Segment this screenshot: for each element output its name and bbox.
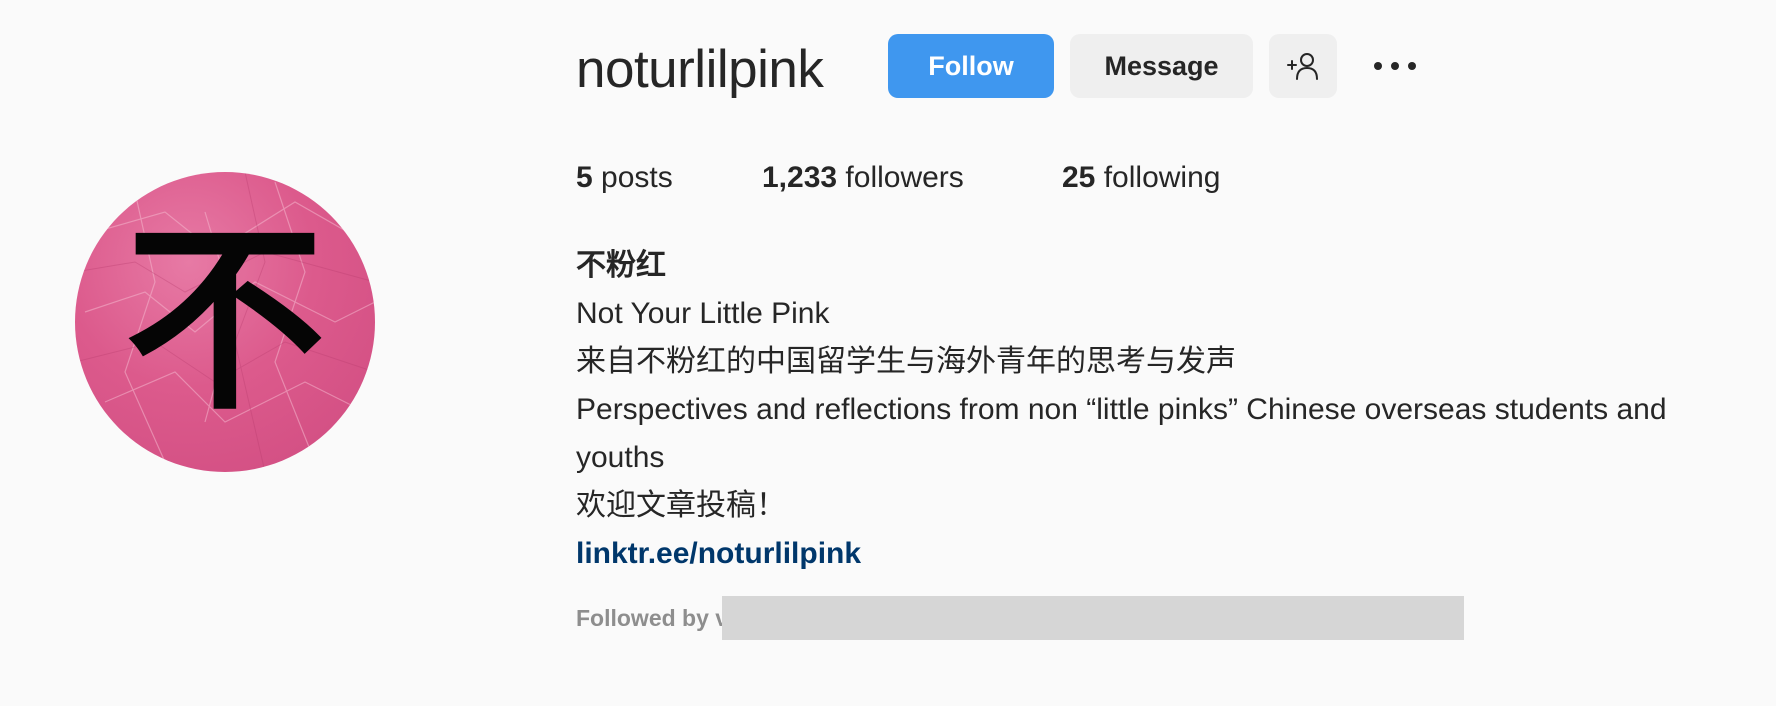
profile-display-name: 不粉红 bbox=[576, 248, 666, 283]
bio-line: youths bbox=[576, 441, 665, 474]
profile-username: noturlilpink bbox=[576, 40, 824, 99]
posts-number: 5 bbox=[576, 161, 593, 194]
followers-number: 1,233 bbox=[762, 161, 838, 194]
bio-line: 欢迎文章投稿！ bbox=[576, 488, 786, 523]
add-user-icon bbox=[1287, 53, 1318, 80]
redacted-block bbox=[722, 596, 1464, 640]
profile-avatar[interactable]: 不 bbox=[75, 172, 375, 472]
bio-line: Perspectives and reflections from non “l… bbox=[576, 393, 1667, 426]
bio-link[interactable]: linktr.ee/noturlilpink bbox=[576, 536, 861, 572]
followers-label: followers bbox=[845, 161, 964, 194]
more-options-button[interactable] bbox=[1372, 54, 1418, 78]
bio-line: Not Your Little Pink bbox=[576, 297, 830, 330]
following-number: 25 bbox=[1062, 161, 1096, 194]
follow-button[interactable]: Follow bbox=[888, 34, 1054, 98]
message-button[interactable]: Message bbox=[1070, 34, 1253, 98]
followed-by[interactable]: Followed by v bbox=[576, 604, 728, 632]
followed-by-label: Followed by bbox=[576, 605, 709, 631]
bio-line: 来自不粉红的中国留学生与海外青年的思考与发声 bbox=[576, 344, 1236, 379]
following-label: following bbox=[1103, 161, 1221, 194]
following-link[interactable]: 25 following bbox=[1062, 160, 1220, 196]
followers-link[interactable]: 1,233 followers bbox=[762, 160, 964, 196]
posts-count: 5 posts bbox=[576, 160, 673, 196]
posts-label: posts bbox=[601, 161, 673, 194]
avatar-glyph: 不 bbox=[124, 205, 325, 438]
more-icon bbox=[1374, 62, 1416, 70]
add-user-button[interactable] bbox=[1269, 34, 1337, 98]
